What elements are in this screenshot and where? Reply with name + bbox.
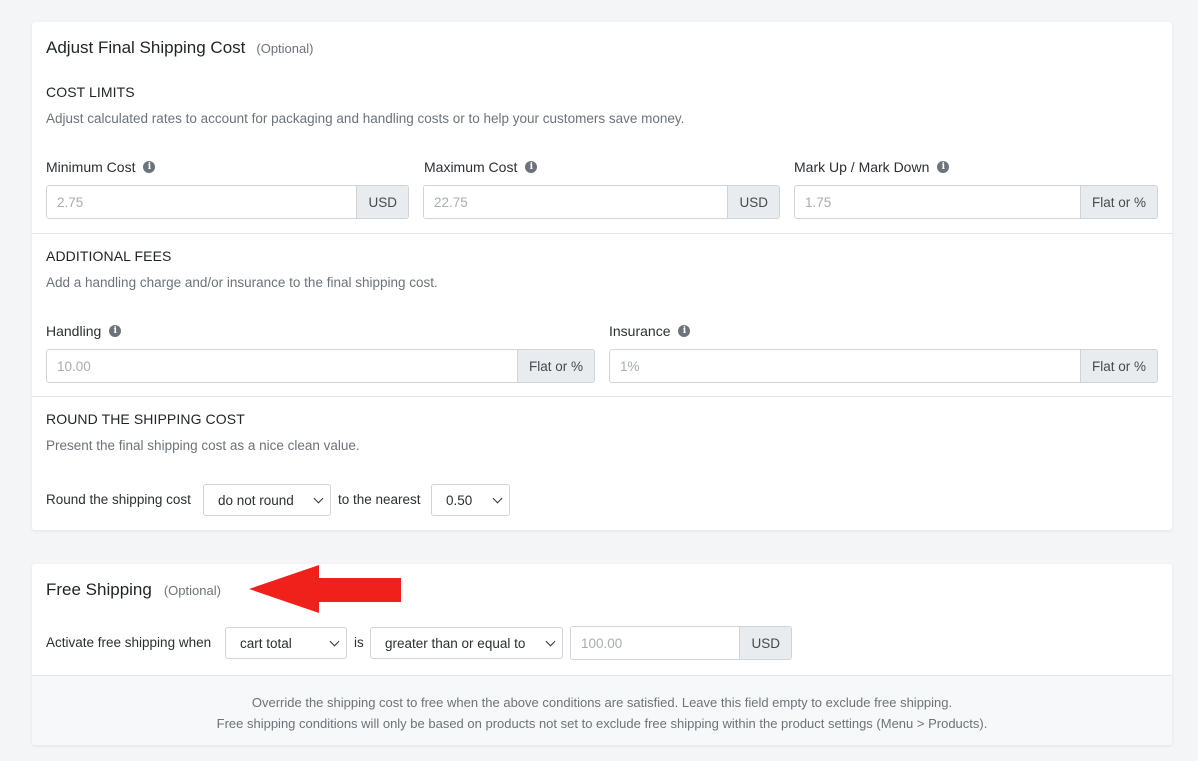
minimum-cost-label: Minimum Cost i <box>46 159 156 175</box>
free-shipping-header: Free Shipping (Optional) <box>46 580 221 600</box>
insurance-unit: Flat or % <box>1079 350 1157 382</box>
free-shipping-optional-tag: (Optional) <box>163 583 221 598</box>
section-divider <box>32 233 1172 234</box>
additional-fees-heading: ADDITIONAL FEES <box>46 248 172 264</box>
maximum-cost-input[interactable] <box>424 186 728 218</box>
round-nearest-select[interactable]: 0.50 <box>431 484 510 516</box>
chevron-down-icon <box>492 493 503 503</box>
minimum-cost-label-text: Minimum Cost <box>46 159 136 175</box>
additional-fees-description: Add a handling charge and/or insurance t… <box>46 275 438 290</box>
cost-limits-description: Adjust calculated rates to account for p… <box>46 111 685 126</box>
free-shipping-prefix-text: Activate free shipping when <box>46 635 212 650</box>
is-text: is <box>354 635 364 650</box>
maximum-cost-label: Maximum Cost i <box>424 159 538 175</box>
round-mode-value: do not round <box>218 492 294 508</box>
free-shipping-title: Free Shipping <box>46 580 152 599</box>
markup-label-text: Mark Up / Mark Down <box>794 159 930 175</box>
insurance-input[interactable] <box>610 350 1080 382</box>
operator-select[interactable]: greater than or equal to <box>370 627 563 659</box>
red-arrow-left-icon <box>249 565 401 613</box>
handling-label: Handling i <box>46 323 122 339</box>
round-middle-text: to the nearest <box>338 492 421 507</box>
adjust-optional-tag: (Optional) <box>256 41 314 56</box>
minimum-cost-group: USD <box>46 185 409 219</box>
markup-label: Mark Up / Mark Down i <box>794 159 950 175</box>
minimum-cost-currency: USD <box>356 186 408 218</box>
handling-input[interactable] <box>47 350 517 382</box>
round-heading: ROUND THE SHIPPING COST <box>46 411 245 427</box>
insurance-group: Flat or % <box>609 349 1158 383</box>
round-mode-select[interactable]: do not round <box>203 484 331 516</box>
chevron-down-icon <box>313 493 324 503</box>
adjust-header: Adjust Final Shipping Cost (Optional) <box>46 38 313 58</box>
insurance-label-text: Insurance <box>609 323 671 339</box>
section-divider <box>32 396 1172 397</box>
info-circle-icon[interactable]: i <box>937 161 950 173</box>
handling-unit: Flat or % <box>516 350 594 382</box>
markup-group: Flat or % <box>794 185 1158 219</box>
chevron-down-icon <box>545 636 556 646</box>
free-shipping-card: Free Shipping (Optional) Activate free s… <box>32 564 1172 745</box>
arrow-shape <box>249 565 401 613</box>
free-shipping-amount-input[interactable] <box>571 627 740 659</box>
condition-field-value: cart total <box>240 635 292 651</box>
info-circle-icon[interactable]: i <box>109 325 122 337</box>
markup-input[interactable] <box>795 186 1080 218</box>
footer-note-line-2: Free shipping conditions will only be ba… <box>216 715 988 731</box>
info-circle-icon[interactable]: i <box>678 325 691 337</box>
info-circle-icon[interactable]: i <box>143 161 156 173</box>
chevron-down-icon <box>329 636 340 646</box>
free-shipping-amount-group: USD <box>570 626 792 660</box>
maximum-cost-group: USD <box>423 185 780 219</box>
footer-note-line-1: Override the shipping cost to free when … <box>251 695 953 710</box>
adjust-title: Adjust Final Shipping Cost <box>46 38 246 57</box>
round-description: Present the final shipping cost as a nic… <box>46 438 360 453</box>
minimum-cost-input[interactable] <box>47 186 357 218</box>
markup-unit: Flat or % <box>1079 186 1157 218</box>
cost-limits-heading: COST LIMITS <box>46 84 135 100</box>
operator-value: greater than or equal to <box>385 635 526 651</box>
free-shipping-currency: USD <box>739 627 791 659</box>
handling-group: Flat or % <box>46 349 595 383</box>
insurance-label: Insurance i <box>609 323 691 339</box>
round-nearest-value: 0.50 <box>446 492 473 508</box>
info-circle-icon[interactable]: i <box>525 161 538 173</box>
free-shipping-footer-note: Override the shipping cost to free when … <box>32 675 1172 745</box>
round-prefix-text: Round the shipping cost <box>46 492 191 507</box>
condition-field-select[interactable]: cart total <box>225 627 347 659</box>
handling-label-text: Handling <box>46 323 102 339</box>
adjust-shipping-card: Adjust Final Shipping Cost (Optional) CO… <box>32 22 1172 530</box>
maximum-cost-currency: USD <box>727 186 779 218</box>
maximum-cost-label-text: Maximum Cost <box>424 159 518 175</box>
